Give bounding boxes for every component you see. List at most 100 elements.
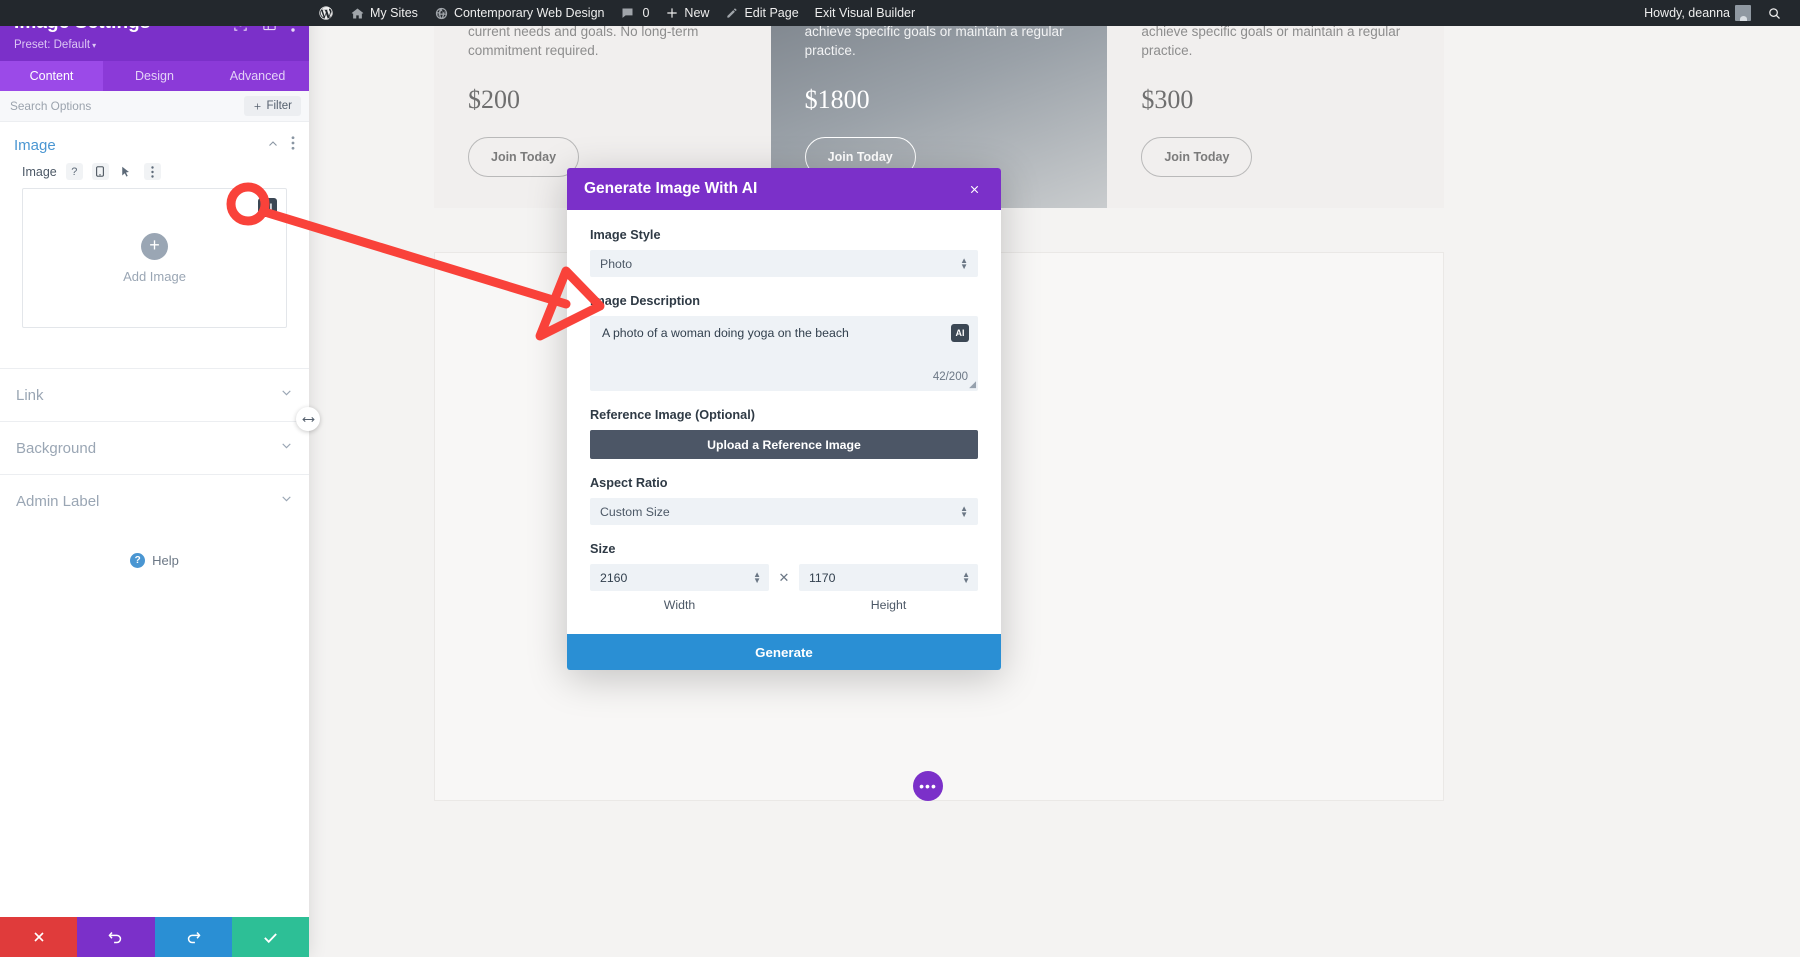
join-today-button[interactable]: Join Today	[1141, 136, 1253, 177]
discard-button[interactable]	[0, 917, 78, 957]
admin-bar-right-group: Howdy, deanna	[1636, 0, 1800, 26]
chevron-up-glyph	[269, 140, 277, 146]
generate-button[interactable]: Generate	[567, 634, 1001, 670]
section-title: Image	[14, 137, 56, 154]
undo-arrow-icon	[108, 931, 122, 943]
chevron-up-icon[interactable]	[267, 137, 279, 155]
admin-bar-label: Edit Page	[744, 6, 799, 20]
wordpress-logo-glyph	[319, 6, 333, 20]
admin-bar-item-comments[interactable]: 0	[612, 0, 657, 26]
resize-grip-icon[interactable]: ◢	[969, 379, 976, 390]
admin-bar-item-my-sites[interactable]: My Sites	[342, 0, 426, 26]
ai-assist-badge[interactable]: AI	[951, 324, 969, 342]
more-options-icon[interactable]: •••	[913, 771, 943, 801]
chevron-down-icon	[280, 492, 293, 510]
admin-bar-label: My Sites	[370, 6, 418, 20]
admin-bar-item-new[interactable]: New	[657, 0, 717, 26]
size-inputs-row: 2160 ▲ ▼ ✕ 1170 ▲ ▼	[590, 564, 978, 591]
pricing-card-price: $300	[1141, 84, 1194, 114]
image-description-value: A photo of a woman doing yoga on the bea…	[602, 326, 849, 340]
add-image-dropzone[interactable]: AI + Add Image	[22, 188, 287, 328]
search-glyph	[1769, 7, 1780, 19]
height-input[interactable]: 1170 ▲ ▼	[799, 564, 978, 591]
width-input[interactable]: 2160 ▲ ▼	[590, 564, 769, 591]
responsive-icon[interactable]	[91, 163, 109, 180]
admin-bar-item-site-name[interactable]: Contemporary Web Design	[426, 0, 613, 26]
panel-resize-handle[interactable]	[296, 407, 320, 431]
site-icon	[435, 7, 448, 19]
kebab-menu-icon[interactable]	[291, 136, 295, 155]
pricing-card-price: $200	[468, 84, 520, 114]
horizontal-resize-icon	[301, 416, 315, 422]
image-style-value: Photo	[600, 256, 633, 271]
join-today-button[interactable]: Join Today	[468, 136, 580, 177]
help-icon[interactable]: ?	[65, 163, 83, 180]
image-description-field[interactable]: A photo of a woman doing yoga on the bea…	[590, 316, 978, 391]
help-link[interactable]: ? Help	[0, 553, 309, 568]
image-field-label-row: Image ?	[22, 163, 287, 180]
modal-title: Generate Image With AI	[584, 180, 758, 197]
tab-content[interactable]: Content	[0, 61, 103, 91]
panel-tabs: Content Design Advanced	[0, 61, 309, 91]
my-sites-icon	[351, 8, 364, 18]
aspect-ratio-select[interactable]: Custom Size ▲ ▼	[590, 498, 978, 525]
checkmark-icon	[264, 932, 277, 943]
modal-header: Generate Image With AI	[567, 168, 1001, 210]
size-separator: ✕	[778, 569, 790, 585]
height-caption: Height	[870, 598, 907, 612]
pricing-card-text: looking to commit to a series of classes…	[804, 26, 1064, 58]
chevron-down-icon	[280, 386, 293, 404]
help-icon: ?	[130, 553, 146, 568]
redo-arrow-icon	[187, 931, 201, 943]
generate-image-modal: Generate Image With AI Image Style Photo…	[567, 168, 1001, 670]
plus-icon	[667, 8, 678, 18]
hover-icon[interactable]	[118, 163, 135, 180]
close-x-glyph	[970, 185, 978, 193]
account-menu[interactable]: Howdy, deanna	[1636, 0, 1759, 26]
width-stepper-icon[interactable]: ▲ ▼	[753, 570, 761, 584]
search-input[interactable]: Search Options	[10, 99, 91, 113]
select-stepper-icon: ▲ ▼	[960, 255, 968, 271]
accordion-background[interactable]: Background	[0, 421, 309, 474]
aspect-ratio-value: Custom Size	[600, 504, 670, 519]
kebab-menu-icon[interactable]	[143, 163, 161, 180]
wp-admin-bar: My Sites Contemporary Web Design 0 New E…	[0, 0, 1800, 26]
comment-count: 0	[642, 6, 650, 20]
admin-bar-label: Exit Visual Builder	[814, 6, 916, 20]
accordion-admin-label[interactable]: Admin Label	[0, 474, 309, 527]
help-label: Help	[152, 553, 179, 568]
section-image-header[interactable]: Image	[0, 122, 309, 163]
tab-design[interactable]: Design	[103, 61, 206, 91]
avatar	[1735, 5, 1751, 21]
height-stepper-icon[interactable]: ▲ ▼	[962, 570, 970, 584]
tab-advanced[interactable]: Advanced	[206, 61, 309, 91]
app-screen: personalized yoga practice tailored to y…	[0, 0, 1800, 957]
undo-button[interactable]	[77, 917, 155, 957]
panel-body: Image Image ? AI + Add Image Link Backgr…	[0, 122, 309, 917]
ai-generate-badge[interactable]: AI	[258, 198, 277, 217]
image-style-select[interactable]: Photo ▲ ▼	[590, 250, 978, 277]
aspect-ratio-label: Aspect Ratio	[590, 476, 668, 490]
preset-selector[interactable]: Preset: Default ▾	[14, 39, 295, 51]
panel-footer	[0, 917, 309, 957]
reference-image-label: Reference Image (Optional)	[590, 408, 755, 422]
admin-bar-item-exit-visual-builder[interactable]: Exit Visual Builder	[807, 0, 924, 26]
upload-reference-image-button[interactable]: Upload a Reference Image	[590, 430, 978, 459]
admin-bar-left-group: My Sites Contemporary Web Design 0 New E…	[0, 0, 923, 26]
redo-button[interactable]	[154, 917, 232, 957]
image-field: Image ? AI + Add Image	[0, 163, 309, 334]
save-button[interactable]	[231, 917, 309, 957]
size-label: Size	[590, 542, 616, 556]
close-icon[interactable]	[964, 179, 984, 199]
filter-button[interactable]: Filter	[244, 96, 301, 116]
search-icon[interactable]	[1759, 0, 1790, 26]
field-label: Image	[22, 164, 57, 179]
chevron-down-glyph	[282, 443, 291, 449]
accordion-link[interactable]: Link	[0, 368, 309, 421]
wordpress-logo-icon[interactable]	[310, 0, 342, 26]
pricing-card-text: looking to commit to a series of classes…	[1141, 26, 1401, 58]
fab-label: •••	[919, 778, 937, 794]
admin-bar-item-edit-page[interactable]: Edit Page	[717, 0, 806, 26]
pricing-card: looking to commit to a series of classes…	[1107, 26, 1445, 208]
